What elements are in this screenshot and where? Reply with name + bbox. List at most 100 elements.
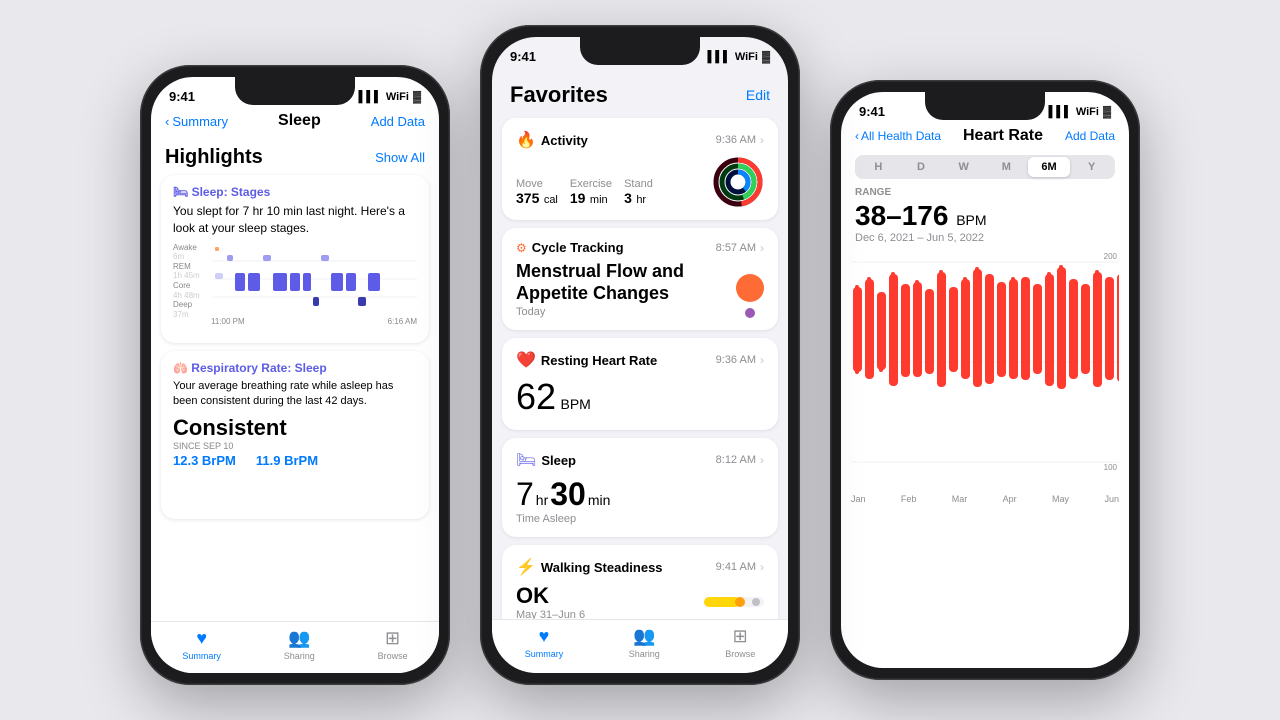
- edit-button[interactable]: Edit: [746, 87, 770, 103]
- stand-val: 3 hr: [624, 190, 653, 208]
- cycle-text: Menstrual Flow and Appetite Changes Toda…: [516, 261, 684, 318]
- heart-tab-icon-2: ♥: [539, 626, 550, 647]
- show-all-button[interactable]: Show All: [375, 150, 425, 165]
- chevron-right-hr: ›: [760, 353, 764, 367]
- wifi-icon: WiFi: [386, 91, 409, 103]
- x-label-feb: Feb: [901, 494, 917, 504]
- walking-label: Walking Steadiness: [541, 560, 663, 575]
- tab-summary-1[interactable]: ♥ Summary: [182, 628, 221, 661]
- resp-val-1: 12.3 BrPM: [173, 453, 236, 468]
- highlights-title: Highlights: [165, 146, 263, 169]
- chevron-right-cycle: ›: [760, 241, 764, 255]
- sleep-axis: 11:00 PM 6:16 AM: [211, 317, 417, 326]
- tab-browse-2[interactable]: ⊞ Browse: [725, 626, 755, 659]
- cycle-time-row: 8:57 AM ›: [716, 241, 764, 255]
- hr-chart: 200 100: [851, 252, 1119, 492]
- highlights-header: Highlights Show All: [151, 138, 439, 175]
- tab-M[interactable]: M: [985, 157, 1028, 177]
- sleep-stages-card[interactable]: 🛏 Sleep: Stages You slept for 7 hr 10 mi…: [161, 175, 429, 343]
- sleep-stages-desc: You slept for 7 hr 10 min last night. He…: [173, 203, 417, 237]
- cycle-tracking-card[interactable]: ⚙ Cycle Tracking 8:57 AM › Menstrual Flo…: [502, 228, 778, 330]
- sleep-mins: 30: [550, 476, 586, 513]
- tab-summary-2[interactable]: ♥ Summary: [525, 626, 564, 659]
- walking-title-row: ⚡ Walking Steadiness: [516, 557, 663, 577]
- resp-val-2: 11.9 BrPM: [256, 453, 318, 468]
- sleep-time-start: 11:00 PM: [211, 317, 245, 326]
- range-numbers: 38–176: [855, 200, 948, 231]
- cycle-dot-purple: [745, 308, 755, 318]
- heart-icon-fav: ❤️: [516, 350, 536, 370]
- tab-browse-label-2: Browse: [725, 649, 755, 659]
- hr-nav-back[interactable]: ‹ All Health Data: [855, 129, 941, 143]
- cycle-label: Cycle Tracking: [532, 240, 624, 255]
- stand-label: Stand: [624, 178, 653, 190]
- walking-progress-svg: [704, 591, 764, 613]
- tab-sharing-label-1: Sharing: [284, 651, 315, 661]
- tab-H[interactable]: H: [857, 157, 900, 177]
- resp-since: SINCE SEP 10: [173, 441, 417, 451]
- activity-card-header: 🔥 Activity 9:36 AM ›: [516, 130, 764, 150]
- sleep-fav-label: Sleep: [541, 453, 576, 468]
- sleep-fav-time: 8:12 AM: [716, 454, 756, 466]
- tab-sharing-1[interactable]: 👥 Sharing: [284, 628, 315, 661]
- hr-add-data[interactable]: Add Data: [1065, 129, 1115, 143]
- tab-browse-1[interactable]: ⊞ Browse: [378, 628, 408, 661]
- chevron-left-hr: ‹: [855, 129, 859, 143]
- rings-svg: [712, 156, 764, 208]
- walking-ok: OK: [516, 583, 585, 609]
- y-label-100: 100: [1104, 463, 1117, 472]
- walking-time: 9:41 AM: [716, 561, 756, 573]
- range-value: 38–176 BPM: [855, 200, 1115, 232]
- activity-title-row: 🔥 Activity: [516, 130, 588, 150]
- hr-value: 62: [516, 376, 556, 417]
- status-time-3: 9:41: [859, 104, 885, 119]
- heart-rate-card[interactable]: ❤️ Resting Heart Rate 9:36 AM › 62 BPM: [502, 338, 778, 430]
- battery-icon-3: ▓: [1103, 106, 1111, 118]
- tab-D[interactable]: D: [900, 157, 943, 177]
- tab-W[interactable]: W: [942, 157, 985, 177]
- activity-content: Move 375 cal Exercise 19 min: [516, 156, 764, 208]
- walking-status: OK May 31–Jun 6: [516, 583, 585, 621]
- hr-value-row: 62 BPM: [516, 376, 764, 418]
- add-data-button-1[interactable]: Add Data: [371, 114, 425, 129]
- hr-nav: ‹ All Health Data Heart Rate Add Data: [841, 123, 1129, 151]
- cycle-sub-text: Today: [516, 306, 684, 318]
- tab-Y[interactable]: Y: [1070, 157, 1113, 177]
- move-val: 375 cal: [516, 190, 558, 208]
- status-time-2: 9:41: [510, 49, 536, 64]
- nav-back-1[interactable]: ‹ Summary: [165, 114, 228, 129]
- activity-time: 9:36 AM: [716, 134, 756, 146]
- hr-card-header: ❤️ Resting Heart Rate 9:36 AM ›: [516, 350, 764, 370]
- tab-sharing-2[interactable]: 👥 Sharing: [629, 626, 660, 659]
- cycle-icon: ⚙: [516, 241, 527, 255]
- nav-bar-1: ‹ Summary Sleep Add Data: [151, 108, 439, 138]
- respiratory-card[interactable]: 🫁 Respiratory Rate: Sleep Your average b…: [161, 351, 429, 520]
- resp-desc: Your average breathing rate while asleep…: [173, 379, 417, 410]
- tab-browse-label-1: Browse: [378, 651, 408, 661]
- sleep-fav-time-row: 8:12 AM ›: [716, 453, 764, 467]
- tab-sharing-label-2: Sharing: [629, 649, 660, 659]
- cycle-content: Menstrual Flow and Appetite Changes Toda…: [516, 261, 764, 318]
- wifi-icon-2: WiFi: [735, 51, 758, 63]
- activity-card[interactable]: 🔥 Activity 9:36 AM › Move 375 cal: [502, 118, 778, 220]
- hr-label: Resting Heart Rate: [541, 353, 657, 368]
- move-unit: cal: [544, 194, 558, 206]
- signal-icon-3: ▌▌▌: [1048, 106, 1071, 118]
- resp-title: 🫁 Respiratory Rate: Sleep: [173, 361, 417, 375]
- notch-2: [580, 37, 700, 65]
- sleep-stage-labels: Awake6m REM1h 45m Core4h 48m Deep37m: [173, 243, 200, 318]
- sleep-hours: 7: [516, 476, 534, 513]
- x-label-may: May: [1052, 494, 1069, 504]
- tab-bar-1: ♥ Summary 👥 Sharing ⊞ Browse: [151, 621, 439, 673]
- chevron-left-icon: ‹: [165, 114, 169, 129]
- notch-1: [235, 77, 355, 105]
- sleep-card-fav[interactable]: 🛏 Sleep 8:12 AM › 7 hr 30 min Time Aslee…: [502, 438, 778, 537]
- hr-time: 9:36 AM: [716, 354, 756, 366]
- sleep-fav-value: 7 hr 30 min: [516, 476, 764, 513]
- rem-label: REM1h 45m: [173, 262, 200, 281]
- tab-6M[interactable]: 6M: [1028, 157, 1071, 177]
- sleep-chart-svg: [213, 243, 417, 315]
- resp-values: 12.3 BrPM 11.9 BrPM: [173, 453, 417, 468]
- sharing-tab-icon-2: 👥: [633, 626, 655, 647]
- status-icons-1: ▌▌▌ WiFi ▓: [358, 91, 421, 103]
